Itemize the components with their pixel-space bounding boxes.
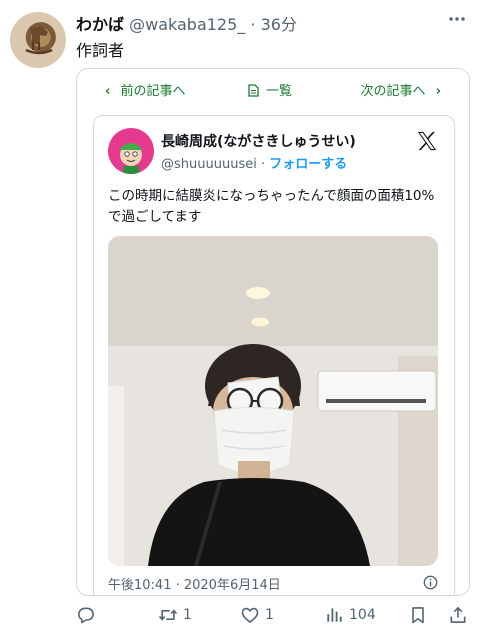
article-nav: ‹ 前の記事へ 一覧 次の記事へ › [77, 69, 469, 107]
more-icon[interactable] [446, 8, 468, 30]
next-article-link[interactable]: 次の記事へ › [360, 80, 447, 99]
link-card[interactable]: ‹ 前の記事へ 一覧 次の記事へ › 長崎周成(ながさきしゅうせい) @shuu… [76, 68, 470, 596]
reply-icon [78, 607, 94, 624]
views-button[interactable]: 104 [324, 604, 376, 626]
share-icon [450, 606, 466, 623]
views-icon [327, 608, 342, 622]
article-list-label: 一覧 [266, 84, 293, 99]
separator-dot: · [250, 15, 256, 34]
prev-article-link[interactable]: ‹ 前の記事へ [99, 80, 186, 99]
post-text: 作詞者 [76, 41, 125, 60]
document-icon [248, 84, 259, 97]
retweet-count: 1 [183, 607, 192, 623]
embedded-display-name[interactable]: 長崎周成(ながさきしゅうせい) [161, 131, 356, 151]
embedded-timestamp[interactable]: 午後10:41 · 2020年6月14日 [108, 574, 281, 593]
post-header: わかば @wakaba125_ · 36分 [76, 11, 468, 34]
like-count: 1 [265, 607, 274, 623]
like-button[interactable]: 1 [240, 604, 274, 626]
embedded-tweet[interactable]: 長崎周成(ながさきしゅうせい) @shuuuuuusei · フォローする この… [93, 115, 455, 595]
next-article-label: 次の記事へ [360, 84, 426, 99]
bookmark-icon [412, 607, 424, 624]
reply-button[interactable] [76, 604, 101, 626]
views-count: 104 [349, 607, 376, 623]
retweet-button[interactable]: 1 [158, 604, 192, 626]
action-bar: 1 1 104 [0, 600, 480, 630]
separator-dot: · [260, 157, 266, 172]
share-button[interactable] [448, 604, 468, 626]
display-name[interactable]: わかば [76, 15, 124, 34]
embedded-photo[interactable] [108, 236, 438, 566]
prev-article-label: 前の記事へ [120, 84, 186, 99]
post-time[interactable]: 36分 [261, 15, 297, 34]
article-list-link[interactable]: 一覧 [248, 80, 292, 99]
embedded-tweet-text: この時期に結膜炎になっちゃったんで顔面の面積10%で過ごしてます [108, 188, 435, 225]
follow-button[interactable]: フォローする [269, 157, 347, 172]
embedded-author-avatar[interactable] [108, 128, 154, 174]
x-logo-icon[interactable] [416, 130, 438, 152]
user-handle[interactable]: @wakaba125_ [129, 15, 245, 34]
selfie-photo [108, 236, 438, 566]
chevron-right-icon: › [435, 84, 441, 99]
bookmark-button[interactable] [408, 604, 428, 626]
retweet-icon [158, 609, 178, 621]
embedded-handle[interactable]: @shuuuuuusei [161, 157, 257, 172]
author-avatar[interactable] [10, 12, 66, 68]
chevron-left-icon: ‹ [105, 84, 111, 99]
info-icon[interactable] [423, 575, 438, 590]
like-icon [241, 607, 259, 623]
rocking-horse-image [25, 26, 53, 55]
embedded-subline: @shuuuuuusei · フォローする [161, 153, 347, 172]
cartoon-avatar-image [119, 143, 143, 174]
